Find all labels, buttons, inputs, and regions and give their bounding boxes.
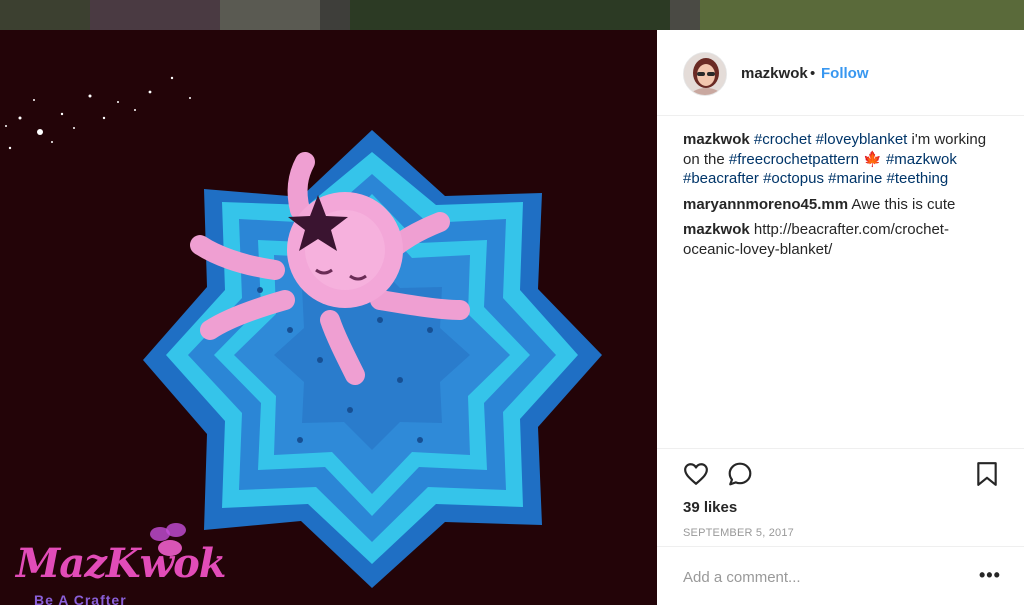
comment-item: maryannmoreno45.mm Awe this is cute bbox=[683, 195, 1003, 215]
bookmark-icon[interactable] bbox=[975, 461, 999, 492]
likes-count[interactable]: 39 likes bbox=[683, 499, 737, 516]
comment-text: Awe this is cute bbox=[851, 195, 956, 213]
caption-fragment: 🍁 bbox=[858, 150, 886, 168]
hashtag-link[interactable]: #loveyblanket bbox=[816, 131, 908, 148]
hashtag-link[interactable]: #teething bbox=[887, 170, 949, 187]
add-comment-input[interactable] bbox=[683, 565, 963, 589]
sparkles bbox=[5, 76, 191, 150]
hashtag-link[interactable]: #beacrafter bbox=[683, 170, 759, 187]
hashtag-link[interactable]: #freecrochetpattern bbox=[729, 151, 859, 168]
watermark-logo: MazKwok Be A Crafter bbox=[10, 520, 240, 605]
hashtag-link[interactable]: #marine bbox=[828, 170, 882, 187]
hashtag-link[interactable]: #mazkwok bbox=[886, 151, 957, 168]
hashtag-link[interactable]: #crochet bbox=[754, 131, 812, 148]
hashtag-link[interactable]: #octopus bbox=[763, 170, 824, 187]
comment-item: mazkwok http://beacrafter.com/crochet-oc… bbox=[683, 220, 1003, 259]
follow-button[interactable]: Follow bbox=[821, 65, 869, 82]
post-date[interactable]: SEPTEMBER 5, 2017 bbox=[683, 527, 794, 539]
comment-username[interactable]: maryannmoreno45.mm bbox=[683, 196, 848, 213]
caption-username[interactable]: mazkwok bbox=[683, 131, 750, 148]
post-header: mazkwok • Follow bbox=[657, 30, 1024, 116]
background-strip bbox=[0, 0, 1024, 30]
avatar[interactable] bbox=[683, 52, 727, 96]
profile-picture bbox=[684, 53, 726, 95]
add-comment-bar: ••• bbox=[657, 546, 1024, 605]
post-side-panel: mazkwok • Follow mazkwok #crochet #lovey… bbox=[657, 30, 1024, 605]
speech-bubble-icon[interactable] bbox=[727, 461, 753, 492]
blanket-image bbox=[5, 76, 602, 588]
comment-username[interactable]: mazkwok bbox=[683, 221, 750, 238]
watermark-subtitle: Be A Crafter bbox=[34, 592, 127, 605]
comments-list: mazkwok #crochet #loveyblanket i'm worki… bbox=[683, 130, 1003, 265]
more-options-icon[interactable]: ••• bbox=[979, 565, 1001, 586]
heart-icon[interactable] bbox=[683, 461, 709, 492]
post-photo: MazKwok Be A Crafter bbox=[0, 30, 657, 605]
separator-dot: • bbox=[810, 65, 816, 82]
caption: mazkwok #crochet #loveyblanket i'm worki… bbox=[683, 130, 1003, 189]
watermark-title: MazKwok bbox=[16, 540, 227, 587]
post-username[interactable]: mazkwok bbox=[741, 65, 808, 82]
